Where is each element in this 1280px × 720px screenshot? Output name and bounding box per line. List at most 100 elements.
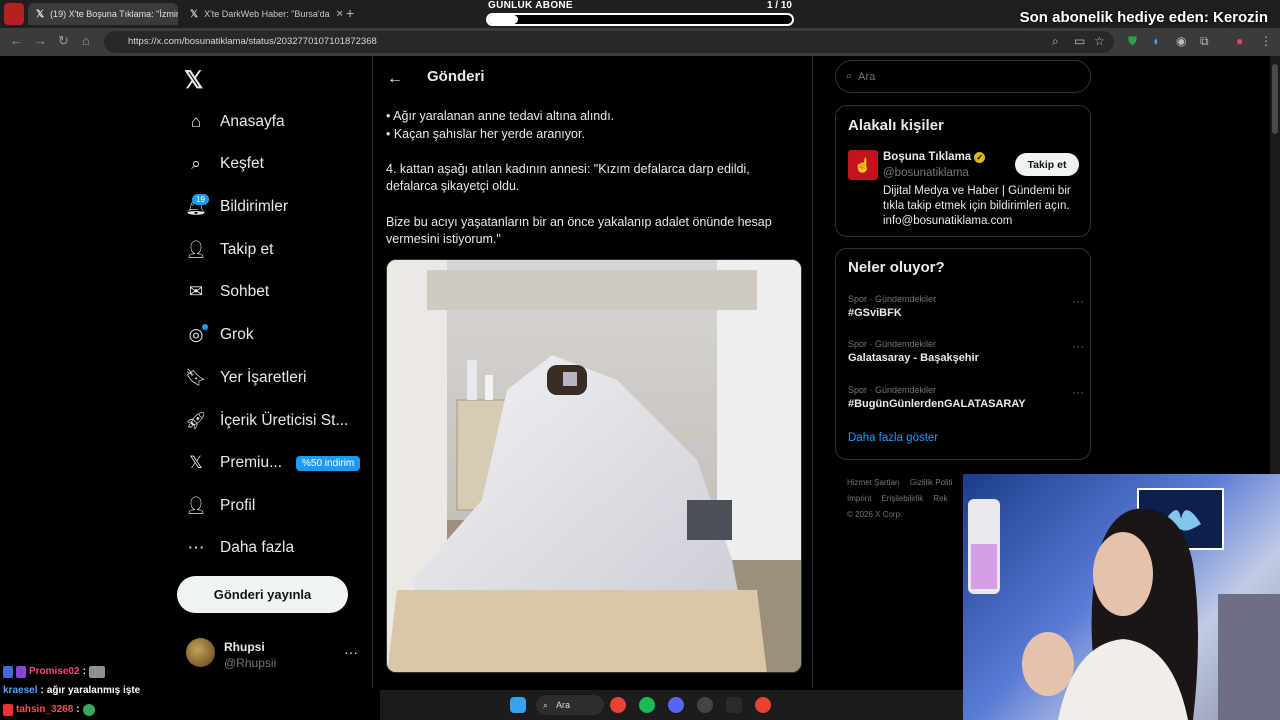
sub-goal-count: 1 / 10 xyxy=(766,0,792,11)
person-icon: 👤︎ xyxy=(185,496,207,515)
nav-item-label: Grok xyxy=(220,326,254,343)
x-logo-icon[interactable]: 𝕏 xyxy=(184,66,203,95)
search-placeholder: Ara xyxy=(858,70,876,83)
trend-item[interactable]: Spor · Gündemdekiler Galatasaray - Başak… xyxy=(848,339,1084,364)
add-user-icon: 👤︎ xyxy=(185,240,207,259)
bookmark-icon: 🔖︎ xyxy=(185,368,207,387)
forward-icon[interactable]: → xyxy=(34,33,47,48)
gift-sub-text: Son abonelik hediye eden: Kerozin xyxy=(1019,9,1268,26)
trend-tag: #GSviBFK xyxy=(848,307,902,319)
obs-icon[interactable] xyxy=(697,697,713,713)
trend-tag: #BugünGünlerdenGALATASARAY xyxy=(848,398,1026,410)
scroll-thumb[interactable] xyxy=(1272,64,1278,134)
footer-link[interactable]: Gizlilik Politi xyxy=(910,478,953,487)
footer-link[interactable]: Rek xyxy=(933,494,947,503)
extension-icon[interactable]: ◖ xyxy=(1152,34,1159,48)
trend-item[interactable]: Spor · Gündemdekiler #BugünGünlerdenGALA… xyxy=(848,385,1084,410)
nav-item-0[interactable]: ⌂ Anasayfa xyxy=(186,112,285,132)
puzzle-icon[interactable]: ⧉ xyxy=(1200,34,1209,49)
spotify-icon[interactable] xyxy=(639,697,655,713)
nav-item-9[interactable]: 👤︎ Profil xyxy=(185,496,255,516)
mail-icon: ✉ xyxy=(188,282,204,301)
related-handle: @bosunatiklama xyxy=(883,167,969,179)
avatar[interactable]: ☝ xyxy=(848,150,878,180)
stream-chat: Promise02 : kraesel : ağır yaralanmış iş… xyxy=(0,662,380,719)
search-input[interactable]: ⌕ Ara xyxy=(835,60,1091,93)
more-circle-icon: ⋯ xyxy=(187,538,205,557)
chrome-icon[interactable] xyxy=(755,697,771,713)
search-icon: ⌕ xyxy=(191,154,201,173)
badge-icon xyxy=(3,665,13,678)
more-icon[interactable]: ··· xyxy=(1072,339,1084,353)
related-name[interactable]: Boşuna Tıklama ✓ xyxy=(883,151,986,163)
nav-item-label: Premiu... xyxy=(220,454,283,471)
more-icon[interactable]: ··· xyxy=(1072,385,1084,399)
avatar-icon[interactable]: ● xyxy=(1236,34,1243,48)
nav-item-5[interactable]: ◎ Grok xyxy=(186,325,254,345)
home-icon[interactable]: ⌂ xyxy=(82,33,90,48)
chat-separator: : xyxy=(40,685,44,696)
nav-item-label: Sohbet xyxy=(220,283,270,300)
nav-item-3[interactable]: 👤︎ Takip et xyxy=(185,240,274,260)
zoom-icon[interactable]: ⌕ xyxy=(1052,34,1059,49)
chat-message: tahsin_3268 : xyxy=(0,700,380,719)
tweet-paragraph: 4. kattan aşağı atılan kadının annesi: "… xyxy=(386,161,750,194)
premium-discount-badge: %50 indirim xyxy=(296,455,361,471)
reload-icon[interactable]: ↻ xyxy=(58,33,69,49)
more-icon[interactable]: ··· xyxy=(1072,294,1084,308)
tab-x-darkweb[interactable]: 𝕏 X'te DarkWeb Haber: "Bursa'da ✕ xyxy=(182,3,342,25)
webcam-image xyxy=(968,488,1280,720)
shield-icon[interactable]: ⛊ xyxy=(1128,34,1137,49)
show-more-link[interactable]: Daha fazla göster xyxy=(848,432,938,444)
tweet-paragraph: • Ağır yaralanan anne tedavi altına alın… xyxy=(386,109,615,141)
chat-username: kraesel xyxy=(3,685,38,696)
follow-button[interactable]: Takip et xyxy=(1015,153,1079,176)
nav-item-label: İçerik Üreticisi St... xyxy=(220,412,349,429)
footer-link[interactable]: Erişilebilirlik xyxy=(881,494,923,503)
close-icon[interactable]: ✕ xyxy=(336,9,342,20)
nav-item-1[interactable]: ⌕ Keşfet xyxy=(186,154,264,174)
chat-username: Promise02 xyxy=(29,666,80,677)
nav-item-label: Daha fazla xyxy=(220,539,295,556)
trend-item[interactable]: Spor · Gündemdekiler #GSviBFK ··· xyxy=(848,294,1084,319)
tweet-text: • Ağır yaralanan anne tedavi altına alın… xyxy=(386,108,801,266)
discord-icon[interactable] xyxy=(668,697,684,713)
app-icon[interactable] xyxy=(726,697,742,713)
url-field[interactable]: https://x.com/bosunatiklama/status/20327… xyxy=(104,31,1114,53)
emote-icon xyxy=(88,665,105,678)
tweet-image[interactable] xyxy=(386,259,802,673)
footer-link[interactable]: Hizmet Şartları xyxy=(847,478,900,487)
post-button[interactable]: Gönderi yayınla xyxy=(177,576,348,613)
new-tab-icon[interactable]: + xyxy=(346,5,354,21)
extension-icon[interactable]: ◉ xyxy=(1176,34,1186,48)
browser-profile-icon[interactable] xyxy=(4,3,24,25)
tab-label: X'te DarkWeb Haber: "Bursa'da xyxy=(204,9,330,19)
page-title: Gönderi xyxy=(427,68,485,85)
footer-link[interactable]: Imprint xyxy=(847,494,871,503)
nav-item-6[interactable]: 🔖︎ Yer İşaretleri xyxy=(185,368,307,388)
nav-item-10[interactable]: ⋯ Daha fazla xyxy=(186,538,295,558)
tab-x-bosuna[interactable]: 𝕏 (19) X'te Boşuna Tıklama: "İzmir ✕ xyxy=(28,3,178,25)
nav-item-label: Takip et xyxy=(220,241,274,258)
star-icon[interactable]: ☆ xyxy=(1094,34,1105,48)
notifications-badge: 19 xyxy=(192,194,209,205)
x-logo-icon: 𝕏 xyxy=(36,8,45,20)
trend-category: Spor · Gündemdekiler xyxy=(848,294,937,304)
windows-start-icon[interactable] xyxy=(510,697,526,713)
chrome-icon[interactable] xyxy=(610,697,626,713)
more-icon[interactable]: ··· xyxy=(344,644,358,660)
menu-icon[interactable]: ⋮ xyxy=(1260,34,1272,48)
back-icon[interactable]: ← xyxy=(10,33,23,48)
nav-item-4[interactable]: ✉ Sohbet xyxy=(186,282,269,302)
nav-item-7[interactable]: 🚀︎ İçerik Üreticisi St... xyxy=(185,411,349,431)
related-bio: Dijital Medya ve Haber | Gündemi bir tık… xyxy=(883,185,1071,227)
related-name-text: Boşuna Tıklama xyxy=(883,151,972,163)
taskbar-search[interactable]: ⌕ Ara xyxy=(536,695,604,715)
nav-item-8[interactable]: 𝕏 Premiu... %50 indirim xyxy=(186,453,361,473)
webcam-feed xyxy=(963,474,1280,720)
main-column: ← Gönderi • Ağır yaralanan anne tedavi a… xyxy=(372,56,813,688)
back-arrow-icon[interactable]: ← xyxy=(387,70,403,88)
account-name: Rhupsi xyxy=(224,640,265,654)
nav-item-label: Yer İşaretleri xyxy=(220,369,307,386)
install-icon[interactable]: ▭ xyxy=(1074,34,1085,48)
